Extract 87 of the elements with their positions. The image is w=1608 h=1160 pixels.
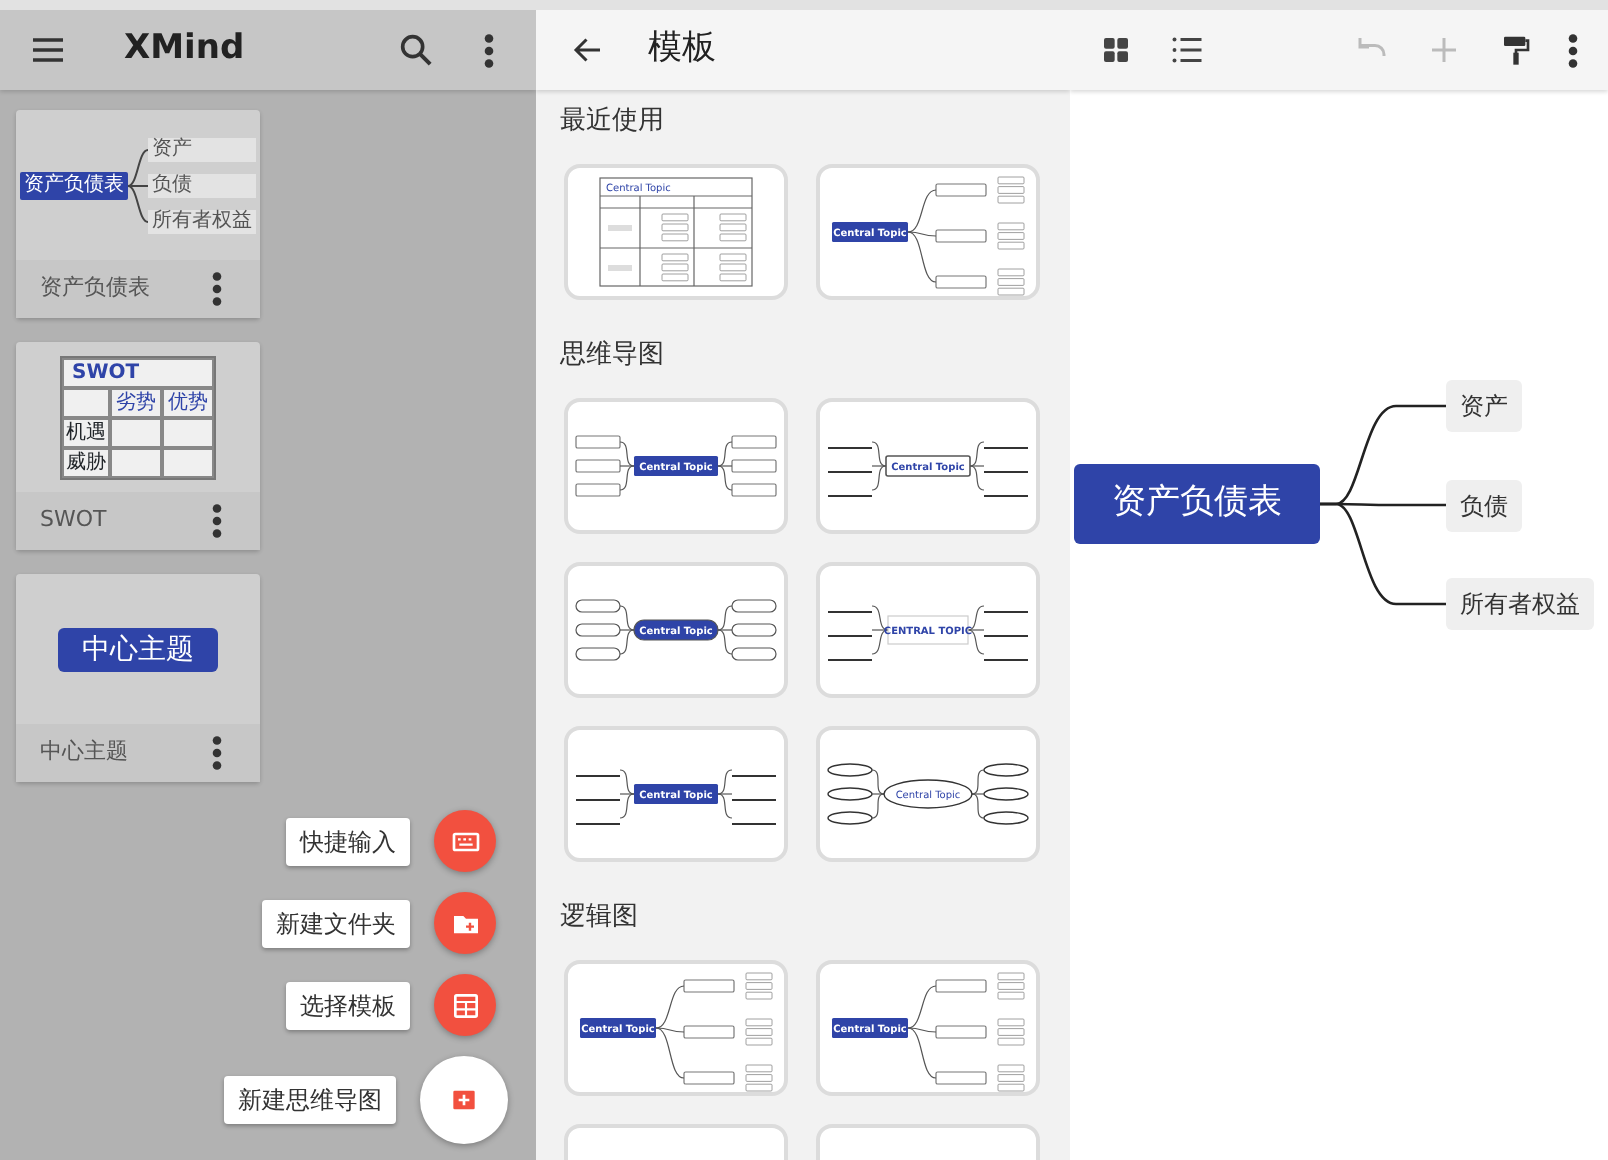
more-icon: [483, 33, 493, 67]
topic-node: [827, 787, 873, 801]
table-row-label: 威胁: [62, 447, 110, 477]
topic-node: [608, 225, 632, 231]
action-button[interactable]: [434, 810, 496, 872]
branch-node: 所有者权益: [148, 209, 256, 233]
connector-lines: [619, 441, 733, 491]
topic-node: [683, 1025, 735, 1039]
topic-node: [683, 979, 735, 993]
topic-node: [575, 459, 621, 473]
connector-lines: [871, 441, 985, 491]
topic-node: [575, 647, 621, 661]
topic-node: [983, 811, 1029, 825]
table-cell: [62, 387, 110, 417]
topic-node: [935, 183, 987, 197]
table-cell: [110, 447, 162, 477]
branch-node: 资产: [148, 137, 256, 161]
topic-node: [827, 763, 873, 777]
topic-node: [575, 623, 621, 637]
connector-lines: [907, 189, 937, 283]
more-icon: [211, 736, 221, 770]
action-label: 快捷输入: [286, 817, 410, 865]
search-icon: [396, 30, 436, 70]
topic-node: [731, 483, 777, 497]
section-heading: 思维导图: [560, 338, 666, 374]
table-cell: [110, 417, 162, 447]
list-icon: [1170, 32, 1206, 68]
topic-node: [731, 623, 777, 637]
action-button[interactable]: [434, 892, 496, 954]
connector-lines: [655, 985, 685, 1079]
topic-node: [575, 599, 621, 613]
topic-node: [731, 435, 777, 449]
connector-lines: [619, 605, 733, 655]
topic-node: [731, 599, 777, 613]
branch-topic[interactable]: 所有者权益: [1446, 578, 1594, 630]
topic-node: [731, 647, 777, 661]
topic-node: [935, 979, 987, 993]
section-heading: 逻辑图: [560, 900, 640, 936]
table-cell: [162, 417, 214, 447]
connector-lines: [907, 985, 937, 1079]
grid-icon: [1100, 34, 1132, 66]
topic-node: [935, 275, 987, 289]
topic-node: [575, 435, 621, 449]
file-card[interactable]: 中心主题 中心主题: [16, 574, 260, 782]
topic-node: [575, 483, 621, 497]
topic-node: [827, 811, 873, 825]
topic-node: [608, 265, 632, 271]
file-card[interactable]: SWOT 劣势 优势 机遇 威胁 SWOT: [16, 342, 260, 550]
action-button[interactable]: [420, 1056, 508, 1144]
central-topic[interactable]: 资产负债表: [1074, 464, 1320, 544]
connector-lines: [619, 769, 733, 819]
file-card[interactable]: 资产负债表 资产 负债 所有者权益 资产负债表: [16, 110, 260, 318]
branch-topic[interactable]: 资产: [1446, 380, 1522, 432]
plus-icon: [1426, 32, 1462, 68]
central-topic-node: 资产负债表: [20, 171, 128, 199]
topic-node: [983, 787, 1029, 801]
screen-title: 模板: [648, 26, 716, 73]
topic-node: [935, 1071, 987, 1085]
table-header: 优势: [162, 387, 214, 417]
more-icon: [211, 272, 221, 306]
app-title: XMind: [124, 26, 245, 73]
table-row-label: 机遇: [62, 417, 110, 447]
grid-icon: [449, 989, 481, 1021]
topic-node: [935, 229, 987, 243]
branch-topic[interactable]: 负债: [1446, 479, 1522, 531]
table-title: SWOT: [62, 357, 214, 387]
topic-node: [983, 763, 1029, 777]
action-button[interactable]: [434, 974, 496, 1036]
more-icon: [1567, 33, 1577, 67]
topic-node: [935, 1025, 987, 1039]
connector-lines: [871, 769, 985, 819]
table-header: 劣势: [110, 387, 162, 417]
central-topic-node: 中心主题: [58, 627, 218, 671]
file-name: SWOT: [40, 504, 107, 537]
connector-lines: [871, 605, 985, 655]
action-label: 新建文件夹: [262, 899, 410, 947]
more-icon: [211, 504, 221, 538]
file-name: 资产负债表: [40, 272, 150, 305]
branch-node: 负债: [148, 173, 256, 197]
paint-roller-icon: [1500, 32, 1532, 68]
file-name: 中心主题: [40, 736, 128, 769]
table-cell: [162, 447, 214, 477]
action-label: 选择模板: [286, 981, 410, 1029]
topic-node: [731, 459, 777, 473]
topic-node: [683, 1071, 735, 1085]
section-heading: 最近使用: [560, 104, 666, 140]
action-label: 新建思维导图: [224, 1076, 396, 1124]
